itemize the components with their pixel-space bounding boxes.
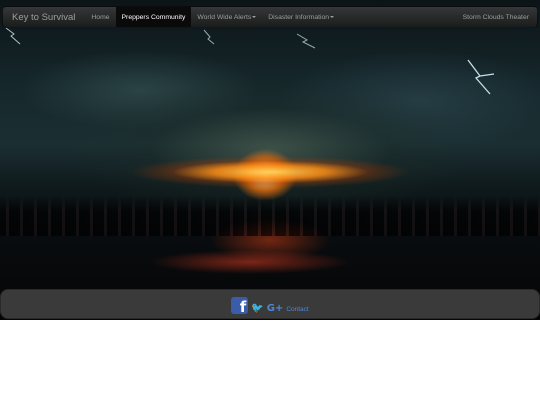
nav-disaster-information-dropdown[interactable]: Disaster Information: [262, 7, 340, 27]
nav-world-wide-alerts-label: World Wide Alerts: [197, 13, 252, 21]
google-plus-icon[interactable]: G+: [267, 303, 284, 314]
lightning-bolt-center: [203, 29, 215, 45]
brand-link[interactable]: Key to Survival: [3, 12, 85, 23]
social-links: f 🐦 G+ Contact: [231, 296, 309, 316]
caret-down-icon: [252, 16, 257, 18]
facebook-glyph: f: [239, 297, 247, 316]
nav-preppers-community-label: Preppers Community: [121, 13, 186, 21]
lightning-bolt-mid-right: [296, 33, 316, 49]
facebook-icon[interactable]: f: [231, 296, 249, 316]
twitter-icon[interactable]: 🐦: [251, 303, 263, 314]
city-skyline: [0, 196, 540, 236]
nav-home-label: Home: [91, 13, 110, 21]
caret-down-icon: [330, 16, 335, 18]
nav-world-wide-alerts-dropdown[interactable]: World Wide Alerts: [191, 7, 262, 27]
nav-preppers-community[interactable]: Preppers Community: [115, 7, 192, 27]
nav-disaster-information-label: Disaster Information: [268, 13, 330, 21]
top-navbar: Key to Survival Home Preppers Community …: [2, 6, 538, 28]
nav-storm-clouds-theater[interactable]: Storm Clouds Theater: [463, 14, 537, 21]
lightning-bolt-right: [467, 59, 495, 95]
lightning-bolt-left: [5, 27, 21, 45]
hero-background-image: [0, 0, 540, 320]
nav-home[interactable]: Home: [85, 7, 115, 27]
ground-fire-glow: [150, 236, 350, 276]
contact-link[interactable]: Contact: [286, 306, 308, 314]
footer-bar: f 🐦 G+ Contact: [0, 289, 540, 319]
